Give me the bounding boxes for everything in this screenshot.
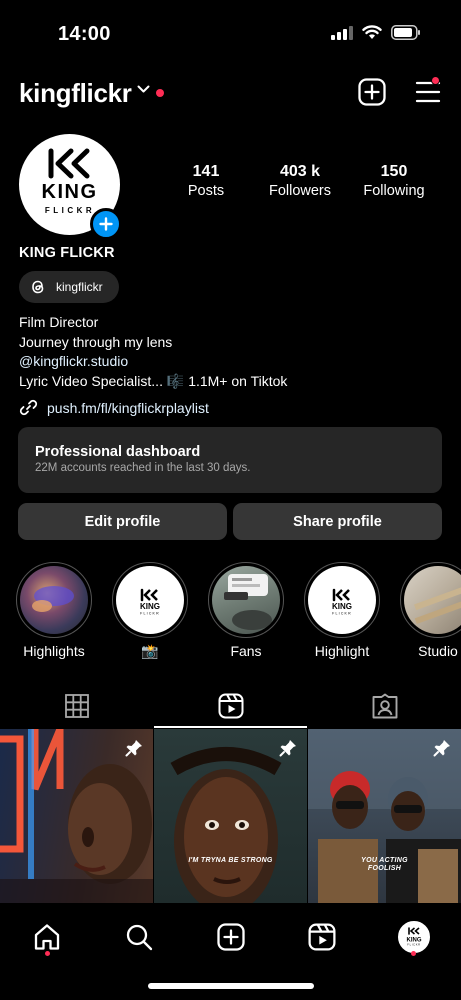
create-post-icon bbox=[217, 923, 245, 951]
highlight-cover-image bbox=[20, 566, 88, 634]
threads-badge[interactable]: kingflickr bbox=[19, 271, 119, 303]
posts-label: Posts bbox=[187, 183, 225, 199]
tab-posts-grid[interactable] bbox=[0, 684, 153, 728]
profile-notification-dot bbox=[411, 951, 416, 956]
svg-text:KING: KING bbox=[140, 602, 160, 611]
bio-line-4-suffix: 1.1M+ on Tiktok bbox=[188, 372, 288, 389]
svg-text:KING: KING bbox=[42, 181, 98, 203]
svg-text:FLICKR: FLICKR bbox=[407, 943, 420, 947]
highlight-item[interactable]: Fans bbox=[208, 562, 284, 659]
highlight-cover-image bbox=[212, 566, 280, 634]
menu-notification-dot bbox=[431, 76, 440, 85]
svg-text:FLICKR: FLICKR bbox=[140, 612, 160, 616]
edit-profile-button[interactable]: Edit profile bbox=[18, 503, 227, 540]
professional-dashboard-card[interactable]: Professional dashboard 22M accounts reac… bbox=[18, 427, 442, 493]
reel-caption: I'M TRYNA BE STRONG bbox=[188, 857, 273, 864]
bio-line-4-text: Lyric Video Specialist... bbox=[19, 372, 163, 389]
highlight-label: Fans bbox=[230, 643, 262, 659]
reel-thumbnail[interactable]: YOU ACTING FOOLISH bbox=[308, 729, 461, 903]
profile-link-text: push.fm/fl/kingflickrplaylist bbox=[47, 399, 209, 416]
tab-tagged[interactable] bbox=[308, 684, 461, 728]
tab-reels[interactable] bbox=[154, 684, 307, 728]
highlight-item[interactable]: Highlights bbox=[16, 562, 92, 659]
share-profile-button[interactable]: Share profile bbox=[233, 503, 442, 540]
nav-create[interactable] bbox=[209, 915, 253, 959]
posts-count: 141 bbox=[192, 163, 220, 180]
account-username[interactable]: kingflickr bbox=[19, 78, 132, 109]
reels-icon bbox=[308, 923, 336, 951]
notification-dot bbox=[156, 89, 164, 97]
reel-caption-line-2: FOOLISH bbox=[367, 865, 402, 872]
display-name: KING FLICKR bbox=[19, 245, 115, 261]
highlight-cover-image bbox=[404, 566, 461, 634]
highlight-item[interactable]: KING FLICKR Highlight bbox=[304, 562, 380, 659]
profile-link[interactable]: push.fm/fl/kingflickrplaylist bbox=[19, 398, 209, 417]
chevron-down-icon[interactable] bbox=[137, 85, 150, 94]
search-icon bbox=[126, 924, 153, 951]
battery-icon bbox=[391, 25, 420, 40]
highlight-item[interactable]: KING FLICKR 📸 bbox=[112, 562, 188, 660]
svg-text:FLICKR: FLICKR bbox=[332, 612, 352, 616]
nav-search[interactable] bbox=[117, 915, 161, 959]
status-bar: 14:00 bbox=[0, 0, 461, 70]
reel-caption-line-1: YOU ACTING bbox=[361, 857, 408, 864]
svg-text:KING: KING bbox=[332, 602, 352, 611]
posts-stat[interactable]: 141 Posts bbox=[161, 163, 251, 199]
plus-icon bbox=[99, 217, 113, 231]
add-story-button[interactable] bbox=[90, 208, 122, 240]
highlight-label: Highlight bbox=[314, 643, 370, 659]
highlight-cover-logo: KING FLICKR bbox=[116, 566, 184, 634]
dashboard-title: Professional dashboard bbox=[35, 444, 201, 460]
status-icons bbox=[331, 25, 421, 40]
active-tab-indicator bbox=[154, 726, 307, 728]
bio-line-2: Journey through my lens bbox=[19, 333, 173, 350]
pinned-icon bbox=[279, 740, 296, 757]
followers-stat[interactable]: 403 k Followers bbox=[255, 163, 345, 199]
home-icon bbox=[34, 924, 60, 950]
following-label: Following bbox=[363, 183, 425, 199]
grid-icon bbox=[64, 694, 89, 718]
followers-count: 403 k bbox=[279, 163, 321, 180]
bio-line-1: Film Director bbox=[19, 314, 99, 330]
profile-header: kingflickr bbox=[0, 76, 461, 112]
home-indicator bbox=[148, 983, 314, 989]
home-notification-dot bbox=[45, 951, 50, 956]
status-time: 14:00 bbox=[58, 23, 111, 45]
following-count: 150 bbox=[380, 163, 408, 180]
svg-text:FLICKR: FLICKR bbox=[45, 206, 95, 215]
reel-thumbnail[interactable]: I'M TRYNA BE STRONG bbox=[154, 729, 307, 903]
nav-profile-avatar: KING FLICKR bbox=[398, 921, 430, 953]
nav-reels[interactable] bbox=[300, 915, 344, 959]
bio-line-4: Lyric Video Specialist... 🎼 1.1M+ on Tik… bbox=[19, 372, 287, 392]
content-tabs bbox=[0, 684, 461, 728]
pinned-icon bbox=[125, 740, 142, 757]
highlight-label: 📸 bbox=[141, 643, 159, 659]
music-score-emoji: 🎼 bbox=[166, 372, 185, 389]
link-icon bbox=[19, 399, 38, 416]
followers-label: Followers bbox=[268, 183, 332, 199]
highlight-label: Highlights bbox=[23, 643, 85, 659]
wifi-icon bbox=[362, 25, 382, 39]
threads-icon bbox=[32, 280, 44, 294]
reels-grid: I'M TRYNA BE STRONG YOU ACTING FOOLISH bbox=[0, 729, 461, 903]
highlight-label: Studio bbox=[418, 643, 458, 659]
bio-mention-link[interactable]: @kingflickr.studio bbox=[19, 352, 287, 372]
highlight-item[interactable]: Studio bbox=[400, 562, 461, 659]
threads-handle: kingflickr bbox=[56, 280, 103, 294]
pinned-icon bbox=[433, 740, 450, 757]
reels-icon bbox=[218, 693, 243, 719]
reel-thumbnail[interactable] bbox=[0, 729, 153, 903]
create-post-icon[interactable] bbox=[358, 78, 386, 106]
dashboard-subtitle: 22M accounts reached in the last 30 days… bbox=[35, 462, 251, 474]
profile-bio: Film Director Journey through my lens @k… bbox=[19, 313, 287, 391]
following-stat[interactable]: 150 Following bbox=[349, 163, 439, 199]
tagged-person-icon bbox=[372, 693, 397, 719]
cellular-signal-icon bbox=[331, 25, 353, 40]
highlight-cover-logo: KING FLICKR bbox=[308, 566, 376, 634]
